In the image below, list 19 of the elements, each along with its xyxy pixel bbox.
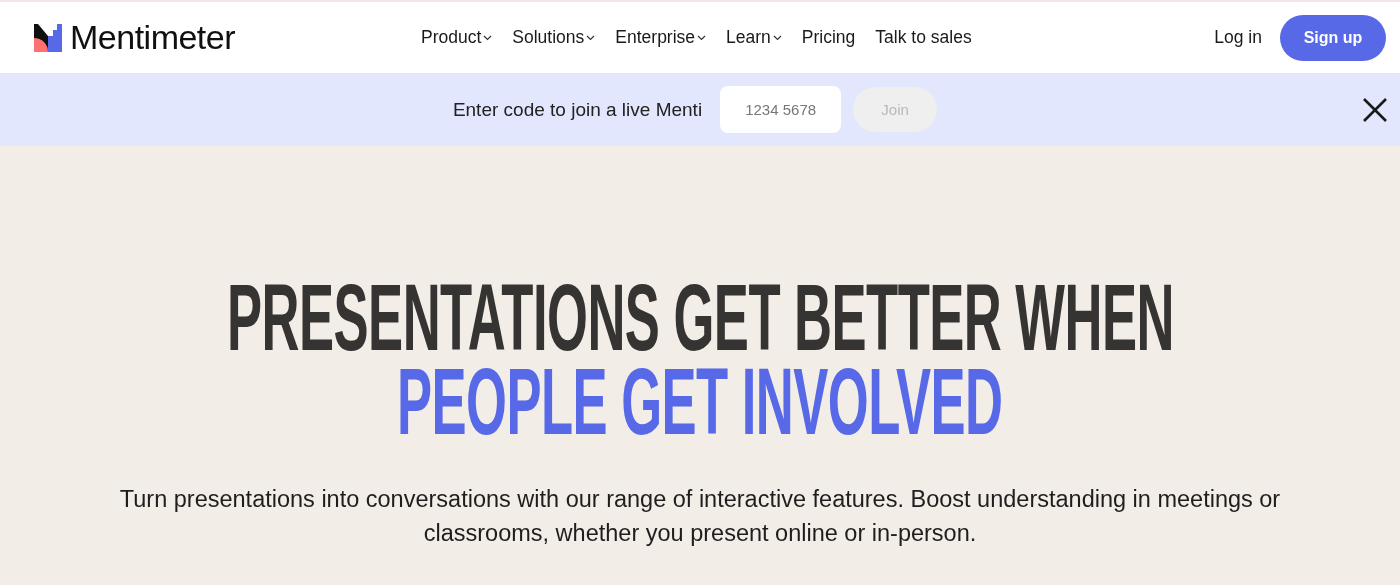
logo-icon	[34, 23, 62, 52]
join-prompt: Enter code to join a live Menti	[452, 98, 703, 121]
nav-link[interactable]: Learn	[726, 27, 782, 48]
nav-link[interactable]: Enterprise	[615, 27, 707, 48]
brand-name[interactable]: Mentimeter	[70, 18, 236, 57]
chevron-down-icon	[586, 34, 596, 41]
signup-button[interactable]: Sign up	[1280, 14, 1386, 61]
headline: PRESENTATIONS GET BETTER WHEN	[226, 276, 1174, 360]
headline: PEOPLE GET INVOLVED	[397, 360, 1003, 444]
close-icon[interactable]	[1362, 97, 1388, 123]
nav-link[interactable]: Pricing	[801, 27, 856, 48]
nav-link[interactable]: Solutions	[512, 27, 596, 48]
chevron-down-icon	[483, 34, 493, 41]
nav-link[interactable]: Talk to sales	[875, 27, 972, 48]
nav-link[interactable]: Product	[421, 27, 493, 48]
chevron-down-icon	[697, 34, 707, 41]
hero-description: Turn presentations into conversations with our range of interactive features. Boost understanding in meetings or classrooms, whether you present online or in-person.	[118, 485, 1282, 548]
chevron-down-icon	[772, 34, 782, 41]
login-link[interactable]: Log in	[1214, 27, 1262, 48]
